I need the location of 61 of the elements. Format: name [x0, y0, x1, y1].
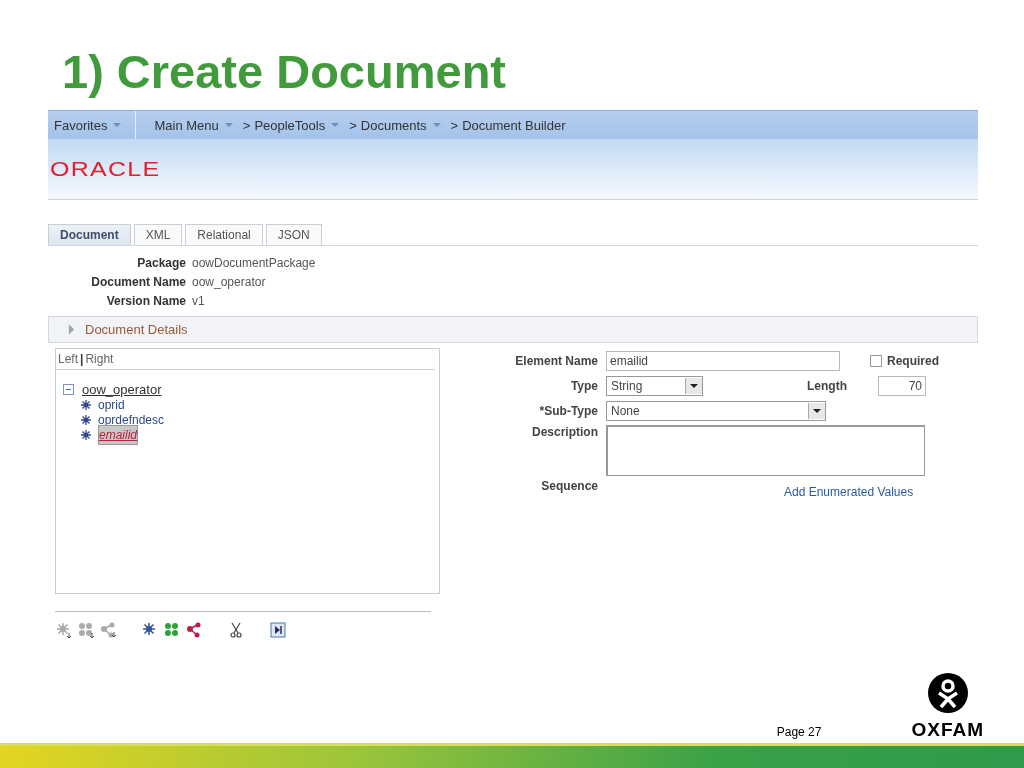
- type-dropdown[interactable]: String: [606, 375, 703, 396]
- collapse-icon[interactable]: [63, 384, 74, 395]
- breadcrumb-separator: >: [241, 117, 251, 133]
- person-circle-icon: [927, 673, 968, 713]
- sub-type-dropdown[interactable]: None: [606, 400, 826, 421]
- dropdown-arrow-icon: [113, 123, 122, 127]
- expand-arrow-icon: [68, 324, 75, 335]
- field-label: Package: [136, 256, 186, 270]
- breadcrumb-separator: >: [449, 117, 459, 133]
- document-details-bar[interactable]: Document Details: [48, 316, 978, 343]
- link-tool-icon[interactable]: [186, 622, 202, 638]
- group-tool-icon[interactable]: [164, 622, 180, 638]
- node-tool-icon[interactable]: [142, 622, 158, 638]
- tree-item[interactable]: oprdefndesc: [98, 412, 165, 427]
- field-label: Version Name: [105, 294, 186, 308]
- left-link[interactable]: Left: [58, 352, 78, 366]
- description-field[interactable]: [606, 425, 925, 476]
- field-label: Document Name: [90, 275, 186, 289]
- tab[interactable]: Document: [48, 224, 131, 245]
- field-label: Sequence: [540, 479, 598, 493]
- checkbox-label: Required: [887, 353, 939, 368]
- breadcrumb-link[interactable]: Documents: [356, 117, 445, 133]
- next-tool-icon[interactable]: [270, 622, 286, 638]
- tree-item[interactable]: oprid: [98, 397, 125, 412]
- element-name-field[interactable]: emailid: [606, 350, 840, 371]
- tab[interactable]: JSON: [265, 224, 322, 245]
- node-icon: [81, 414, 91, 425]
- dropdown-arrow-icon: [224, 123, 233, 127]
- field-label: Length: [807, 378, 848, 393]
- breadcrumb-link[interactable]: PeopleTools: [250, 117, 344, 133]
- tree-root[interactable]: oow_operator: [82, 382, 162, 397]
- field-value: oowDocumentPackage: [192, 256, 316, 270]
- tab[interactable]: Relational: [185, 224, 263, 245]
- breadcrumb-link[interactable]: Document Builder: [458, 117, 570, 133]
- tab[interactable]: XML: [133, 224, 183, 245]
- right-link[interactable]: Right: [85, 352, 114, 366]
- page-number: Page 27: [776, 725, 822, 739]
- link-divider: |: [80, 352, 84, 366]
- node-icon: [81, 399, 91, 410]
- field-label: Type: [569, 378, 598, 393]
- oracle-logo: ORACLE: [50, 157, 161, 181]
- dropdown-arrow-icon: [813, 408, 821, 413]
- breadcrumb-separator: >: [348, 117, 357, 133]
- field-label: Description: [531, 425, 598, 439]
- length-field[interactable]: 70: [878, 375, 926, 396]
- oxfam-logo-text: OXFAM: [911, 719, 984, 741]
- favorites-menu[interactable]: Favorites: [48, 117, 136, 133]
- add-enumerated-values-link[interactable]: Add Enumerated Values: [784, 485, 914, 499]
- field-label: Element Name: [514, 353, 598, 368]
- slide-title: 1) Create Document: [62, 44, 507, 100]
- field-label: *Sub-Type: [538, 403, 598, 418]
- field-value: oow_operator: [192, 275, 266, 289]
- required-checkbox[interactable]: [870, 354, 882, 367]
- field-value: v1: [192, 294, 205, 308]
- node-icon: [81, 429, 91, 440]
- dropdown-arrow-icon: [331, 123, 340, 127]
- dropdown-arrow-icon: [432, 123, 441, 127]
- cut-tool-icon[interactable]: [228, 622, 244, 638]
- tree-item[interactable]: emailid: [98, 424, 138, 445]
- dropdown-arrow-icon: [690, 383, 698, 388]
- breadcrumb-link[interactable]: Main Menu: [150, 117, 237, 133]
